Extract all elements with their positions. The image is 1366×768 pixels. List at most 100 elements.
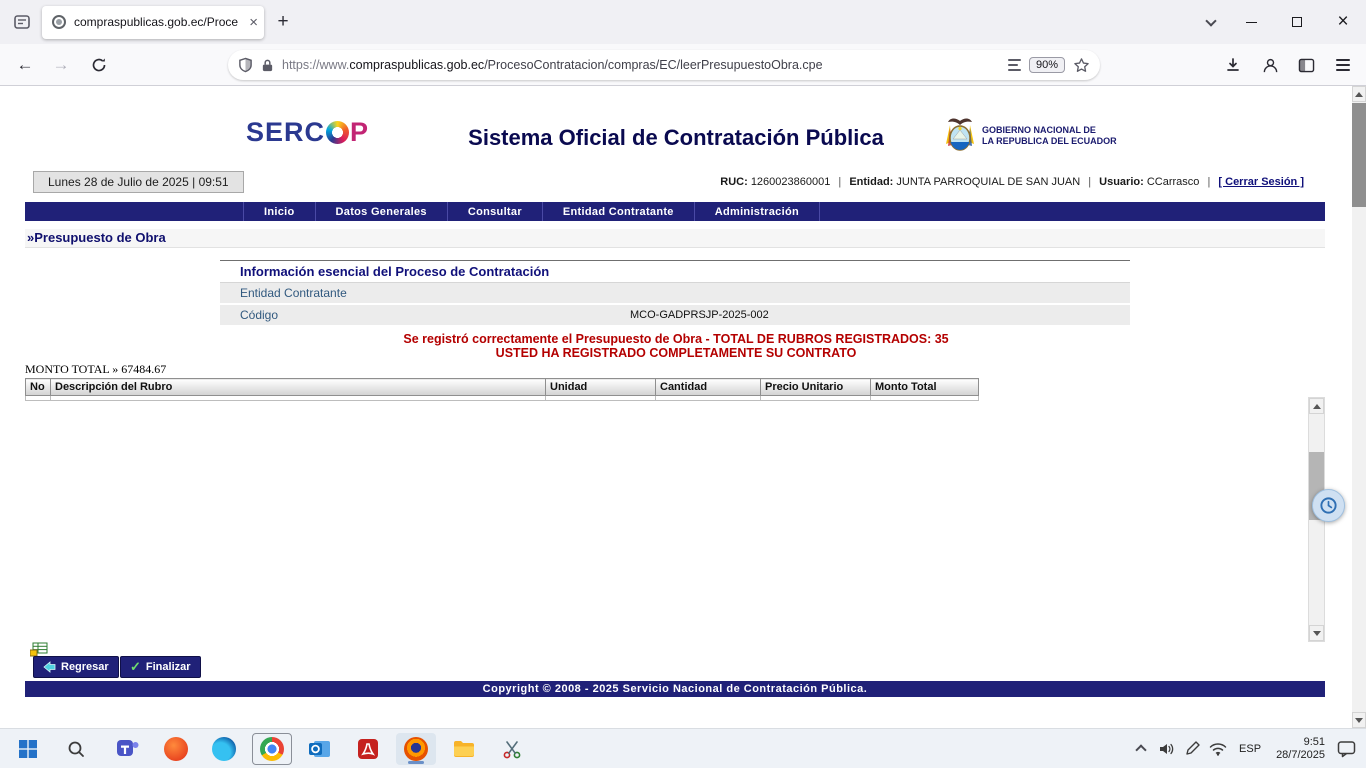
export-grid-icon[interactable] — [30, 642, 48, 657]
header-monto-total: Monto Total — [871, 379, 979, 396]
url-bar[interactable]: https://www.compraspublicas.gob.ec/Proce… — [228, 50, 1100, 80]
reload-button[interactable] — [84, 50, 114, 80]
clock-time: 9:51 — [1276, 736, 1325, 749]
header-precio-unitario: Precio Unitario — [761, 379, 871, 396]
table-scroll-down-icon[interactable] — [1309, 625, 1324, 641]
account-icon[interactable] — [1255, 50, 1285, 80]
check-icon — [130, 659, 141, 675]
info-value-entidad — [630, 283, 1130, 305]
windows-logo-icon — [18, 739, 38, 759]
rubros-table-container: No Descripción del Rubro Unidad Cantidad… — [25, 378, 979, 642]
back-arrow-icon — [43, 661, 56, 673]
sidebar-toggle-icon[interactable] — [1291, 50, 1321, 80]
tray-chevron-up-icon[interactable] — [1133, 735, 1149, 763]
tab-favicon-icon — [52, 15, 66, 29]
monto-total-label: MONTO TOTAL » 67484.67 — [25, 362, 166, 377]
page-viewport: SERCP Sistema Oficial de Contratación Pú… — [0, 86, 1366, 728]
taskbar-edge-icon[interactable] — [204, 733, 244, 765]
logout-link[interactable]: [ Cerrar Sesión ] — [1218, 176, 1304, 188]
menu-hamburger-icon[interactable] — [1328, 50, 1358, 80]
ecuador-coat-of-arms-icon — [944, 116, 976, 156]
success-message-line1: Se registró correctamente el Presupuesto… — [0, 332, 1352, 346]
taskbar-brave-icon[interactable] — [156, 733, 196, 765]
info-label-entidad: Entidad Contratante — [220, 283, 630, 305]
window-minimize-button[interactable] — [1228, 0, 1274, 44]
entidad-value: JUNTA PARROQUIAL DE SAN JUAN — [896, 176, 1080, 188]
pen-icon[interactable] — [1184, 735, 1200, 763]
rubros-table: No Descripción del Rubro Unidad Cantidad… — [25, 378, 979, 401]
window-scroll-down-icon[interactable] — [1352, 712, 1366, 728]
header-unidad: Unidad — [546, 379, 656, 396]
site-footer: Copyright © 2008 - 2025 Servicio Naciona… — [25, 681, 1325, 697]
browser-tab-bar: compraspublicas.gob.ec/Proce — [0, 0, 1366, 44]
proceso-info-table: Información esencial del Proceso de Cont… — [220, 260, 1130, 327]
clock[interactable]: 9:51 28/7/2025 — [1273, 736, 1328, 762]
new-tab-button[interactable] — [268, 7, 298, 37]
window-maximize-button[interactable] — [1274, 0, 1320, 44]
tracking-shield-icon[interactable] — [238, 57, 253, 73]
usuario-value: CCarrasco — [1147, 176, 1200, 188]
reader-mode-icon[interactable] — [1008, 59, 1021, 71]
menu-item-entidad-contratante[interactable]: Entidad Contratante — [543, 202, 695, 221]
regresar-button[interactable]: Regresar — [33, 656, 119, 678]
entidad-label: Entidad: — [849, 176, 893, 188]
ruc-label: RUC: — [720, 176, 748, 188]
floating-widget-button[interactable] — [1312, 489, 1345, 522]
table-row-partial[interactable] — [26, 396, 979, 401]
info-table-title: Información esencial del Proceso de Cont… — [220, 261, 1130, 283]
clock-date: 28/7/2025 — [1276, 749, 1325, 762]
browser-tab[interactable]: compraspublicas.gob.ec/Proce — [42, 6, 264, 39]
network-icon[interactable] — [1209, 735, 1227, 763]
taskbar-file-explorer-icon[interactable] — [444, 733, 484, 765]
page-title: Sistema Oficial de Contratación Pública — [0, 125, 1352, 151]
tab-close-icon[interactable] — [249, 14, 258, 31]
list-all-tabs-button[interactable] — [1194, 5, 1228, 39]
taskbar-apps — [0, 729, 536, 768]
taskbar-chrome-icon[interactable] — [252, 733, 292, 765]
window-close-button[interactable] — [1320, 0, 1366, 44]
sercop-page: SERCP Sistema Oficial de Contratación Pú… — [0, 86, 1352, 728]
taskbar-outlook-icon[interactable] — [300, 733, 340, 765]
downloads-icon[interactable] — [1218, 50, 1248, 80]
back-button[interactable] — [10, 50, 40, 80]
tab-title: compraspublicas.gob.ec/Proce — [74, 15, 241, 29]
menu-item-inicio[interactable]: Inicio — [243, 202, 316, 221]
header-no: No — [26, 379, 51, 396]
success-message-line2: USTED HA REGISTRADO COMPLETAMENTE SU CON… — [0, 346, 1352, 360]
start-button[interactable] — [8, 733, 48, 765]
info-value-codigo: MCO-GADPRSJP-2025-002 — [630, 304, 1130, 326]
header-cantidad: Cantidad — [656, 379, 761, 396]
finalizar-button[interactable]: Finalizar — [120, 656, 201, 678]
header-descripcion: Descripción del Rubro — [51, 379, 546, 396]
system-tray: ESP 9:51 28/7/2025 — [1133, 729, 1366, 768]
bookmark-star-icon[interactable] — [1073, 57, 1090, 74]
menu-item-datos-generales[interactable]: Datos Generales — [316, 202, 448, 221]
lock-icon[interactable] — [261, 58, 274, 73]
menu-item-administracion[interactable]: Administración — [695, 202, 820, 221]
language-indicator[interactable]: ESP — [1236, 735, 1264, 763]
taskbar-acrobat-icon[interactable] — [348, 733, 388, 765]
firefox-view-icon[interactable] — [8, 8, 36, 36]
date-time-box: Lunes 28 de Julio de 2025 | 09:51 — [33, 171, 244, 193]
window-scroll-up-icon[interactable] — [1352, 86, 1366, 102]
search-icon — [67, 740, 85, 758]
breadcrumb: »Presupuesto de Obra — [25, 229, 1325, 248]
table-scroll-up-icon[interactable] — [1309, 398, 1324, 414]
menu-item-consultar[interactable]: Consultar — [448, 202, 543, 221]
usuario-label: Usuario: — [1099, 176, 1144, 188]
taskbar-snipping-tool-icon[interactable] — [492, 733, 532, 765]
zoom-level-button[interactable]: 90% — [1029, 57, 1065, 73]
volume-icon[interactable] — [1158, 735, 1175, 763]
forward-button[interactable] — [46, 50, 76, 80]
session-info: RUC: 1260023860001 | Entidad: JUNTA PARR… — [720, 176, 1304, 188]
notification-center-icon[interactable] — [1337, 735, 1356, 763]
window-scrollbar[interactable] — [1352, 86, 1366, 728]
info-label-codigo: Código — [220, 304, 630, 326]
table-header-row: No Descripción del Rubro Unidad Cantidad… — [26, 379, 979, 396]
government-logo: GOBIERNO NACIONAL DE LA REPUBLICA DEL EC… — [944, 116, 1117, 156]
taskbar-teams-icon[interactable] — [108, 733, 148, 765]
window-scrollbar-thumb[interactable] — [1352, 103, 1366, 207]
main-menu: Inicio Datos Generales Consultar Entidad… — [25, 202, 1325, 221]
search-button[interactable] — [56, 733, 96, 765]
taskbar-firefox-icon[interactable] — [396, 733, 436, 765]
